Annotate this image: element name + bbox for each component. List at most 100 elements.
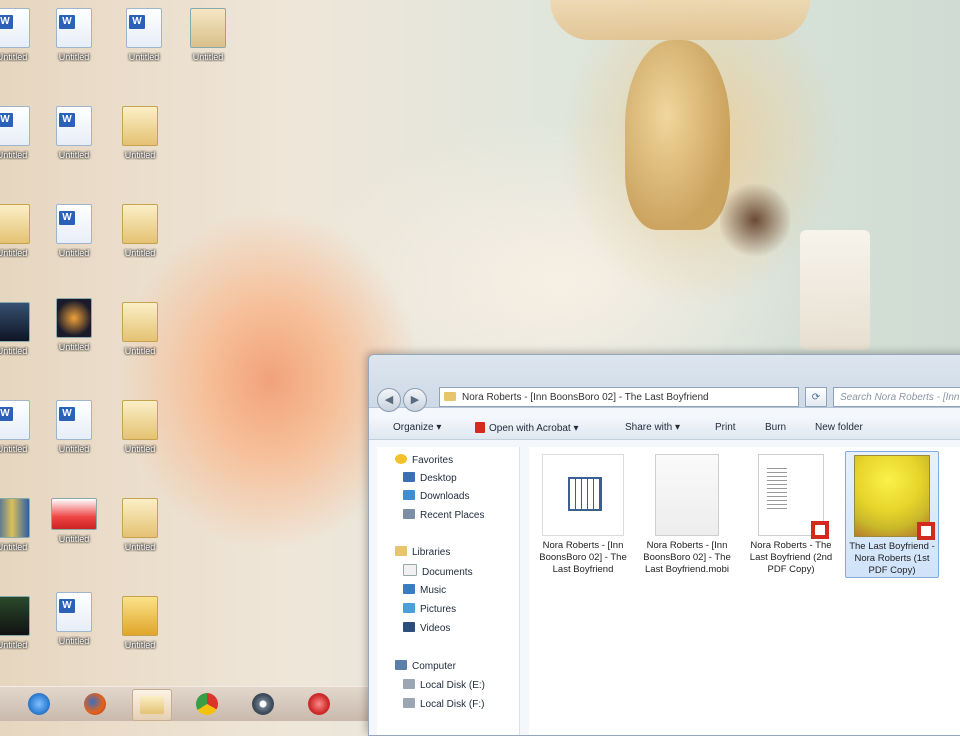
desktop-icon[interactable]: Untitled (108, 302, 172, 372)
recent-places-icon (403, 509, 415, 519)
nav-libraries[interactable]: Libraries (395, 545, 450, 561)
wallpaper-candle (800, 230, 870, 350)
calendar-file-icon (542, 454, 624, 536)
computer-icon (395, 660, 407, 670)
image-file-icon (56, 298, 92, 338)
file-item[interactable]: Nora Roberts - [Inn BoonsBoro 02] - The … (537, 451, 629, 576)
nav-music[interactable]: Music (403, 583, 446, 599)
pdf-book-cover-icon (854, 455, 935, 540)
navigation-pane: Favorites Desktop Downloads Recent Place… (377, 447, 520, 735)
desktop-icon[interactable]: Untitled (0, 204, 44, 274)
file-item[interactable]: Nora Roberts - The Last Boyfriend (2nd P… (745, 451, 837, 576)
desktop-icon[interactable]: Untitled (112, 8, 176, 78)
nav-local-disk-f[interactable]: Local Disk (F:) (403, 697, 484, 713)
nav-computer[interactable]: Computer (395, 659, 456, 675)
documents-icon (403, 564, 417, 576)
new-folder-button[interactable]: New folder (815, 422, 863, 433)
folder-icon (122, 204, 158, 244)
taskbar (0, 686, 372, 721)
open-with-acrobat-button[interactable]: Open with Acrobat ▾ (475, 422, 579, 434)
forward-button[interactable]: ▶ (403, 388, 427, 412)
folder-icon (444, 392, 456, 401)
file-list: Nora Roberts - [Inn BoonsBoro 02] - The … (529, 447, 960, 735)
downloads-icon (403, 490, 415, 500)
word-document-icon (56, 400, 92, 440)
file-name: Nora Roberts - [Inn BoonsBoro 02] - The … (643, 540, 731, 575)
command-bar: Organize ▾ Open with Acrobat ▾ Share wit… (369, 417, 960, 440)
desktop-icon (403, 472, 415, 482)
desktop-icon[interactable]: Untitled (108, 204, 172, 274)
word-document-icon (126, 8, 162, 48)
address-path: Nora Roberts - [Inn BoonsBoro 02] - The … (462, 392, 709, 403)
nav-favorites[interactable]: Favorites (395, 453, 453, 469)
back-button[interactable]: ◀ (377, 388, 401, 412)
desktop-icon[interactable]: Untitled (42, 498, 106, 568)
desktop-icon[interactable]: Untitled (42, 8, 106, 78)
desktop-icon[interactable]: Untitled (108, 596, 172, 666)
organize-button[interactable]: Organize ▾ (393, 422, 441, 433)
word-document-icon (56, 592, 92, 632)
videos-icon (403, 622, 415, 632)
folder-icon (122, 498, 158, 538)
drive-icon (403, 679, 415, 689)
file-item-selected[interactable]: The Last Boyfriend - Nora Roberts (1st P… (845, 451, 939, 578)
desktop-icon[interactable]: Untitled (0, 498, 44, 568)
print-button[interactable]: Print (715, 422, 736, 433)
nav-local-disk-e[interactable]: Local Disk (E:) (403, 678, 485, 694)
desktop-icon[interactable]: Untitled (42, 592, 106, 662)
search-input[interactable]: Search Nora Roberts - [Inn (833, 387, 960, 407)
window-titlebar: ◀ ▶ Nora Roberts - [Inn BoonsBoro 02] - … (369, 355, 960, 412)
desktop-icon[interactable]: Untitled (42, 106, 106, 176)
share-with-button[interactable]: Share with ▾ (625, 422, 680, 433)
nav-desktop[interactable]: Desktop (403, 471, 457, 487)
folder-icon (122, 302, 158, 342)
image-file-icon (190, 8, 226, 48)
chrome-icon[interactable] (188, 689, 226, 719)
app-icon[interactable] (244, 689, 282, 719)
pdf-file-icon (758, 454, 829, 539)
file-item[interactable]: Nora Roberts - [Inn BoonsBoro 02] - The … (641, 451, 733, 576)
nav-pictures[interactable]: Pictures (403, 602, 456, 618)
desktop-icon[interactable]: Untitled (108, 400, 172, 470)
folder-icon (0, 204, 30, 244)
desktop-icon[interactable]: Untitled (108, 106, 172, 176)
nav-videos[interactable]: Videos (403, 621, 450, 637)
folder-icon (122, 106, 158, 146)
refresh-button[interactable]: ⟳ (805, 387, 827, 407)
word-document-icon (56, 106, 92, 146)
explorer-window[interactable]: ◀ ▶ Nora Roberts - [Inn BoonsBoro 02] - … (368, 354, 960, 736)
desktop-icon[interactable]: Untitled (0, 106, 44, 176)
file-name: The Last Boyfriend - Nora Roberts (1st P… (849, 541, 935, 576)
desktop-icon[interactable]: Untitled (108, 498, 172, 568)
desktop-icon[interactable]: Untitled (176, 8, 240, 78)
address-bar[interactable]: Nora Roberts - [Inn BoonsBoro 02] - The … (439, 387, 799, 407)
desktop-icon[interactable]: Untitled (0, 400, 44, 470)
desktop-icon[interactable]: Untitled (0, 302, 44, 372)
word-document-icon (0, 106, 30, 146)
music-icon (403, 584, 415, 594)
desktop-icon[interactable]: Untitled (0, 8, 44, 78)
burn-button[interactable]: Burn (765, 422, 786, 433)
firefox-icon[interactable] (76, 689, 114, 719)
desktop-icon[interactable]: Untitled (42, 400, 106, 470)
acrobat-icon (475, 422, 485, 433)
book-stack-icon (0, 498, 30, 538)
wallpaper-dark-flower (720, 180, 790, 260)
archive-folder-icon (122, 596, 158, 636)
image-file-icon (0, 302, 30, 342)
internet-explorer-icon[interactable] (20, 689, 58, 719)
nav-downloads[interactable]: Downloads (403, 489, 469, 505)
nav-recent-places[interactable]: Recent Places (403, 508, 484, 524)
blank-file-icon (655, 454, 719, 536)
desktop-icon[interactable]: Untitled (42, 204, 106, 274)
desktop-icon[interactable]: Untitled (42, 298, 106, 368)
word-document-icon (56, 204, 92, 244)
file-explorer-icon[interactable] (132, 689, 172, 721)
file-name: Nora Roberts - [Inn BoonsBoro 02] - The … (539, 540, 627, 575)
star-icon (395, 454, 407, 464)
wallpaper-lamp-shade (550, 0, 810, 40)
desktop-icon[interactable]: Untitled (0, 596, 44, 666)
word-document-icon (0, 400, 30, 440)
red-app-icon[interactable] (300, 689, 338, 719)
nav-documents[interactable]: Documents (403, 564, 473, 580)
